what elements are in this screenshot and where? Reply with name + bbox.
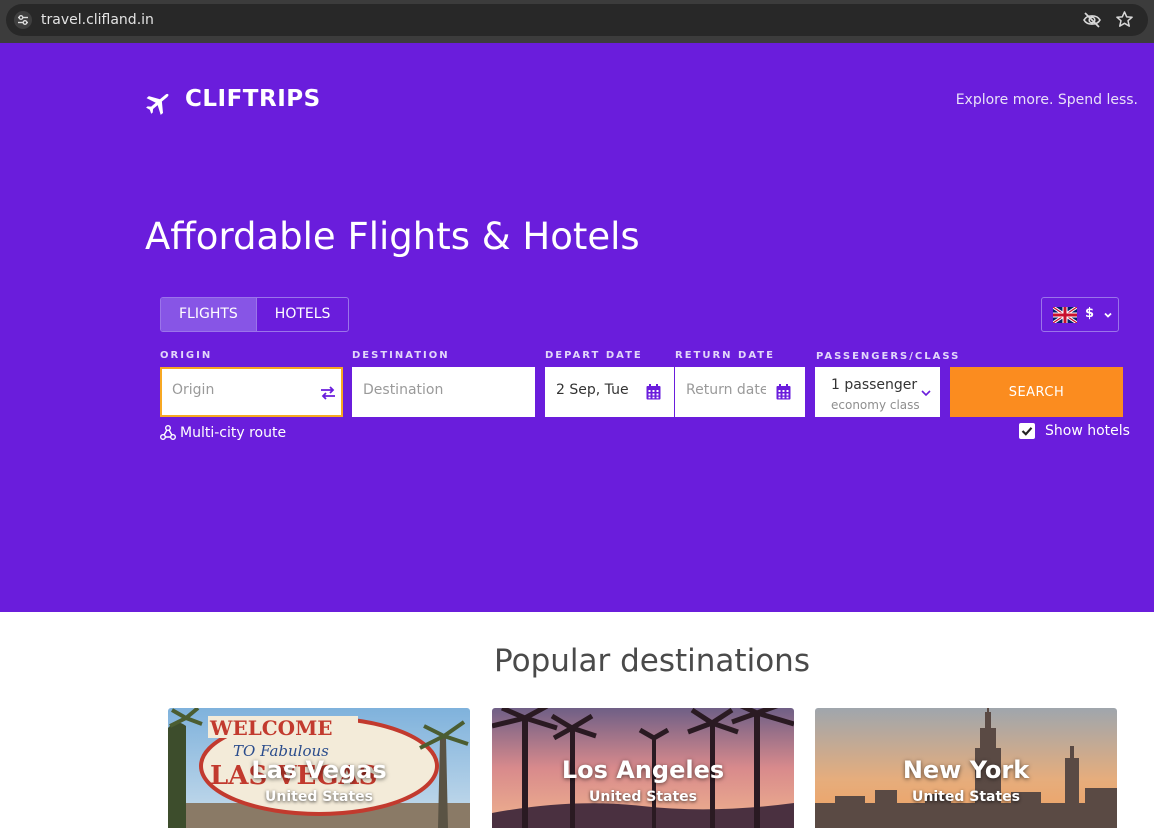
site-settings-icon[interactable]	[14, 11, 32, 29]
return-date-field[interactable]	[675, 367, 805, 417]
url-text[interactable]: travel.clifland.in	[41, 11, 154, 29]
destination-input[interactable]	[363, 382, 503, 398]
passenger-count: 1 passenger	[831, 377, 918, 393]
page-title: Affordable Flights & Hotels	[145, 215, 640, 258]
address-bar[interactable]: travel.clifland.in	[6, 4, 1148, 36]
passengers-class-label: PASSENGERS/CLASS	[816, 351, 961, 362]
multi-city-label[interactable]: Multi-city route	[180, 425, 286, 441]
tab-hotels[interactable]: HOTELS	[255, 298, 349, 331]
chevron-down-icon	[921, 390, 931, 397]
uk-flag-icon	[1053, 307, 1077, 323]
cabin-class: economy class	[831, 398, 920, 412]
swap-icon[interactable]	[319, 385, 337, 401]
destination-country: United States	[912, 789, 1020, 805]
show-hotels-checkbox[interactable]	[1019, 423, 1035, 439]
origin-label: ORIGIN	[160, 350, 213, 361]
destination-card-las-vegas[interactable]: WELCOME TO Fabulous LAS VEGAS Las Vegas …	[168, 708, 470, 828]
chevron-down-icon	[1104, 312, 1112, 318]
destination-card-los-angeles[interactable]: Los Angeles United States	[492, 708, 794, 828]
depart-date-field[interactable]	[545, 367, 674, 417]
destination-card-new-york[interactable]: New York United States	[815, 708, 1117, 828]
search-tabs: FLIGHTS HOTELS	[160, 297, 350, 332]
multi-city-link[interactable]: Multi-city route	[160, 425, 286, 441]
bookmark-star-icon[interactable]	[1115, 10, 1134, 29]
brand-logo[interactable]: CLIFTRIPS	[185, 86, 321, 112]
tagline: Explore more. Spend less.	[955, 92, 1138, 108]
airplane-icon[interactable]	[145, 88, 173, 116]
destination-label: DESTINATION	[352, 350, 450, 361]
destination-city: Las Vegas	[251, 756, 387, 784]
eye-slash-icon[interactable]	[1082, 11, 1102, 29]
destination-country: United States	[589, 789, 697, 805]
search-button[interactable]: SEARCH	[950, 367, 1123, 417]
passengers-class-select[interactable]: 1 passenger economy class	[815, 367, 940, 417]
destination-country: United States	[265, 789, 373, 805]
origin-input[interactable]	[172, 382, 312, 398]
return-date-input[interactable]	[686, 382, 766, 398]
destination-city: Los Angeles	[561, 756, 725, 784]
calendar-icon[interactable]	[776, 384, 791, 400]
browser-toolbar: travel.clifland.in	[0, 0, 1154, 43]
hero-section: CLIFTRIPS Explore more. Spend less. Affo…	[0, 43, 1154, 612]
svg-text:WELCOME: WELCOME	[209, 716, 333, 740]
destination-field[interactable]	[352, 367, 535, 417]
checkmark-icon	[1021, 427, 1033, 436]
depart-date-input[interactable]	[556, 382, 636, 398]
show-hotels-label[interactable]: Show hotels	[1045, 423, 1130, 439]
destination-city: New York	[902, 756, 1030, 784]
route-icon	[160, 425, 176, 440]
depart-date-label: DEPART DATE	[545, 350, 643, 361]
language-currency-select[interactable]: $	[1041, 297, 1119, 332]
return-date-label: RETURN DATE	[675, 350, 775, 361]
currency-symbol: $	[1085, 306, 1095, 321]
origin-field[interactable]	[160, 367, 343, 417]
show-hotels-toggle[interactable]: Show hotels	[1019, 423, 1130, 439]
tab-flights[interactable]: FLIGHTS	[161, 298, 256, 331]
calendar-icon[interactable]	[646, 384, 661, 400]
section-title: Popular destinations	[494, 643, 810, 679]
